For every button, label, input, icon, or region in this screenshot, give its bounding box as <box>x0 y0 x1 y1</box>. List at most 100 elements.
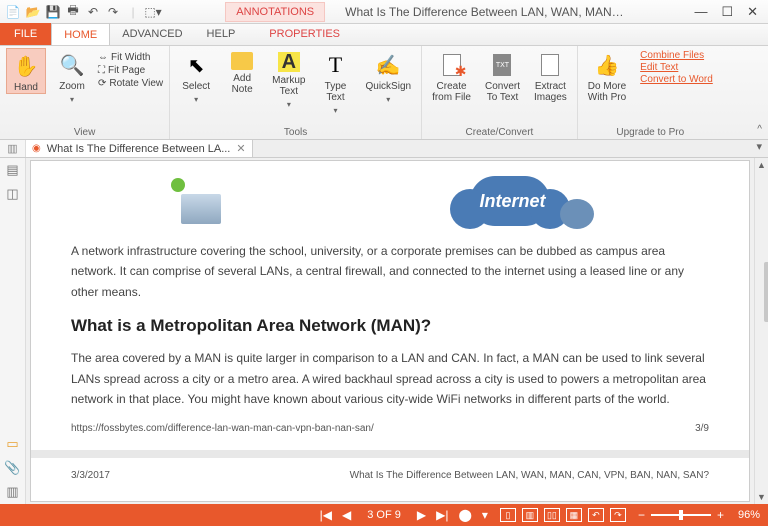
first-page-button[interactable]: |◀ <box>320 508 332 522</box>
security-panel-icon[interactable]: ▥ <box>5 484 21 500</box>
page-indicator[interactable]: 3 OF 9 <box>361 509 407 521</box>
convert-to-text-button[interactable]: TXT Convert To Text <box>481 48 524 103</box>
title-bar: 📄 📂 💾 🖶 ↶ ↷ | ⬚▾ ANNOTATIONS What Is The… <box>0 0 768 24</box>
pdf-page-3: Internet A network infrastructure coveri… <box>31 161 749 458</box>
extract-images-button[interactable]: Extract Images <box>530 48 571 103</box>
pdf-doc-icon: ◉ <box>32 143 41 154</box>
type-text-icon: T <box>323 52 349 78</box>
undo-icon[interactable]: ↶ <box>86 5 100 19</box>
app-icon: 📄 <box>6 5 20 19</box>
rotate-icon: ⟳ <box>98 78 106 89</box>
type-text-button[interactable]: T Type Text ▾ <box>316 48 356 115</box>
fit-width-button[interactable]: ⇔Fit Width <box>98 52 163 63</box>
scroll-up-button[interactable]: ▲ <box>755 158 768 172</box>
quick-access-toolbar: 📄 📂 💾 🖶 ↶ ↷ | ⬚▾ <box>0 5 166 19</box>
add-note-button[interactable]: Add Note <box>222 48 262 95</box>
group-create-convert: ✱ Create from File TXT Convert To Text E… <box>422 46 578 139</box>
view-mode-buttons: ▯ ▥ ▯▯ ▦ ↶ ↷ <box>500 508 626 522</box>
comments-panel-icon[interactable]: ▭ <box>5 436 21 452</box>
continuous-facing-view-button[interactable]: ▦ <box>566 508 582 522</box>
bookmarks-panel-icon[interactable]: ▤ <box>5 162 21 178</box>
fit-page-button[interactable]: ⛶Fit Page <box>98 65 163 76</box>
zoom-slider-thumb[interactable] <box>679 510 683 520</box>
tab-file[interactable]: FILE <box>0 23 51 45</box>
create-file-icon: ✱ <box>439 52 465 78</box>
zoom-percent[interactable]: 96% <box>730 509 760 521</box>
man-description: The area covered by a MAN is quite large… <box>71 348 709 409</box>
internet-label: Internet <box>480 191 546 212</box>
nav-stop-button[interactable]: ⬤ <box>458 508 471 522</box>
zoom-button[interactable]: 🔍 Zoom ▾ <box>52 48 92 104</box>
internet-cloud-illustration: Internet <box>430 171 610 231</box>
open-icon[interactable]: 📂 <box>26 5 40 19</box>
qat-divider: | <box>126 5 140 19</box>
close-document-tab[interactable]: ✕ <box>236 142 245 155</box>
redo-icon[interactable]: ↷ <box>106 5 120 19</box>
page-header-date: 3/3/2017 <box>71 470 110 481</box>
print-icon[interactable]: 🖶 <box>66 5 80 19</box>
collapse-ribbon-button[interactable]: ^ <box>757 124 762 135</box>
cursor-mode-icon[interactable]: ⬚▾ <box>146 5 160 19</box>
group-label-create-convert: Create/Convert <box>428 126 571 138</box>
zoom-slider[interactable] <box>651 514 711 516</box>
window-title: What Is The Difference Between LAN, WAN,… <box>345 5 625 19</box>
select-button[interactable]: ⬉ Select ▾ <box>176 48 216 104</box>
annotations-context-tab[interactable]: ANNOTATIONS <box>225 2 325 22</box>
layers-panel-icon[interactable]: ◫ <box>5 186 21 202</box>
document-tab-bar: ▥ ◉ What Is The Difference Between LA...… <box>0 140 768 158</box>
attachments-panel-icon[interactable]: 📎 <box>5 460 21 476</box>
hand-tool-button[interactable]: ✋ Hand <box>6 48 46 94</box>
continuous-view-button[interactable]: ▥ <box>522 508 538 522</box>
campus-building-illustration <box>171 178 231 224</box>
rotate-right-button[interactable]: ↷ <box>610 508 626 522</box>
quicksign-button[interactable]: ✍ QuickSign ▾ <box>362 48 416 104</box>
tab-advanced[interactable]: ADVANCED <box>110 23 194 45</box>
edit-text-link[interactable]: Edit Text <box>640 62 713 73</box>
vertical-scrollbar[interactable]: ▲ ▼ <box>754 158 768 504</box>
group-view: ✋ Hand 🔍 Zoom ▾ ⇔Fit Width ⛶Fit Page ⟳Ro… <box>0 46 170 139</box>
document-view[interactable]: Internet A network infrastructure coveri… <box>30 160 750 502</box>
markup-text-button[interactable]: A Markup Text ▾ <box>268 48 309 109</box>
navigation-bar: |◀ ◀ 3 OF 9 ▶ ▶| ⬤ ▾ ▯ ▥ ▯▯ ▦ ↶ ↷ − + 96… <box>0 504 768 526</box>
scroll-down-button[interactable]: ▼ <box>755 490 768 504</box>
group-label-view: View <box>6 126 163 138</box>
minimize-button[interactable]: — <box>694 4 707 20</box>
page-footer-pagenum: 3/9 <box>695 423 709 434</box>
cursor-icon: ⬉ <box>183 52 209 78</box>
tab-home[interactable]: HOME <box>51 23 110 45</box>
rotate-view-button[interactable]: ⟳Rotate View <box>98 78 163 89</box>
doctab-left-strip: ▥ <box>0 140 26 157</box>
single-page-view-button[interactable]: ▯ <box>500 508 516 522</box>
nav-menu-button[interactable]: ▾ <box>482 508 488 522</box>
work-area: ▤ ◫ ▭ 📎 ▥ Internet A network infrastruct… <box>0 158 768 504</box>
document-tab-title: What Is The Difference Between LA... <box>47 143 231 155</box>
next-page-button[interactable]: ▶ <box>417 508 426 522</box>
fit-page-icon: ⛶ <box>98 65 105 76</box>
scroll-thumb[interactable] <box>764 262 768 322</box>
thumbs-up-icon: 👍 <box>594 52 620 78</box>
page-thumbnails-icon[interactable]: ▥ <box>7 142 17 155</box>
doctab-menu-button[interactable]: ▾ <box>750 140 768 157</box>
pdf-page-4: 3/3/2017 What Is The Difference Between … <box>31 458 749 502</box>
save-icon[interactable]: 💾 <box>46 5 60 19</box>
facing-view-button[interactable]: ▯▯ <box>544 508 560 522</box>
create-from-file-button[interactable]: ✱ Create from File <box>428 48 475 103</box>
document-tab[interactable]: ◉ What Is The Difference Between LA... ✕ <box>26 140 253 157</box>
combine-files-link[interactable]: Combine Files <box>640 50 713 61</box>
convert-to-word-link[interactable]: Convert to Word <box>640 74 713 85</box>
zoom-out-button[interactable]: − <box>638 508 645 522</box>
signature-icon: ✍ <box>375 52 401 78</box>
last-page-button[interactable]: ▶| <box>436 508 448 522</box>
maximize-button[interactable]: ☐ <box>721 4 733 20</box>
tab-properties[interactable]: PROPERTIES <box>257 23 352 45</box>
prev-page-button[interactable]: ◀ <box>342 508 351 522</box>
left-panel: ▤ ◫ ▭ 📎 ▥ <box>0 158 26 504</box>
extract-images-icon <box>537 52 563 78</box>
tab-help[interactable]: HELP <box>195 23 248 45</box>
hand-icon: ✋ <box>13 53 39 79</box>
zoom-in-button[interactable]: + <box>717 508 724 522</box>
can-description: A network infrastructure covering the sc… <box>71 241 709 302</box>
do-more-with-pro-button[interactable]: 👍 Do More With Pro <box>584 48 630 103</box>
rotate-left-button[interactable]: ↶ <box>588 508 604 522</box>
close-button[interactable]: ✕ <box>747 4 758 20</box>
